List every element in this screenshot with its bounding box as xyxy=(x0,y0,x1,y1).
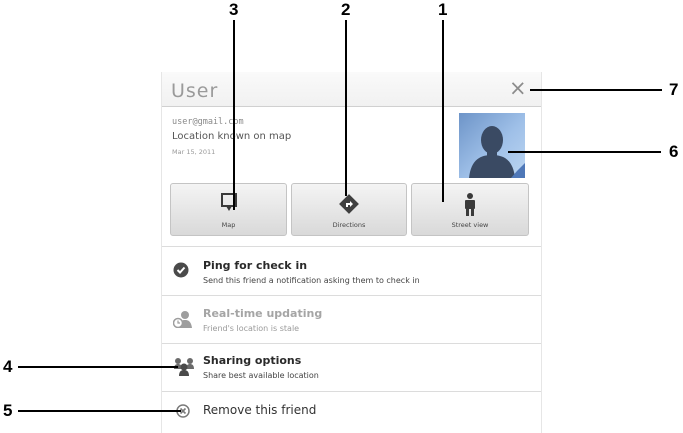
ping-subtitle: Send this friend a notification asking t… xyxy=(203,276,420,285)
person-silhouette-icon xyxy=(469,126,525,178)
dialog-title: User xyxy=(171,80,219,102)
realtime-person-icon xyxy=(173,311,192,328)
street-view-button-label: Street view xyxy=(451,221,489,229)
location-date: Mar 15, 2011 xyxy=(172,148,216,156)
realtime-subtitle: Friend's location is stale xyxy=(203,324,300,333)
callout-3: 3 xyxy=(229,0,239,19)
directions-button[interactable]: Directions xyxy=(291,183,407,236)
callout-6: 6 xyxy=(669,142,679,161)
directions-icon xyxy=(339,194,359,214)
dialog-header xyxy=(162,72,541,107)
checkmark-circle-icon xyxy=(173,262,189,278)
map-button[interactable]: Map xyxy=(170,183,287,236)
callout-7: 7 xyxy=(669,80,679,99)
callout-line xyxy=(530,89,662,91)
street-view-button[interactable]: Street view xyxy=(411,183,529,236)
avatar[interactable] xyxy=(459,113,525,178)
location-status: Location known on map xyxy=(172,131,292,142)
callout-line xyxy=(508,151,661,153)
callout-line xyxy=(18,410,181,412)
list-item-sharing[interactable] xyxy=(162,344,541,390)
callout-line xyxy=(18,366,178,368)
callout-4: 4 xyxy=(3,357,13,376)
directions-button-label: Directions xyxy=(332,221,366,229)
sharing-title: Sharing options xyxy=(203,354,302,367)
close-button[interactable]: × xyxy=(509,77,527,99)
callout-line xyxy=(233,20,235,210)
dialog-right-border xyxy=(541,72,542,433)
callout-line xyxy=(442,20,444,202)
sharing-subtitle: Share best available location xyxy=(203,371,319,380)
remove-friend-label: Remove this friend xyxy=(203,403,317,417)
pegman-icon xyxy=(465,193,475,216)
callout-2: 2 xyxy=(341,0,351,19)
callout-5: 5 xyxy=(3,401,13,420)
map-button-label: Map xyxy=(221,221,236,229)
realtime-title: Real-time updating xyxy=(203,307,323,320)
callout-line xyxy=(345,20,347,196)
callout-1: 1 xyxy=(438,0,448,19)
ping-title: Ping for check in xyxy=(203,259,308,272)
